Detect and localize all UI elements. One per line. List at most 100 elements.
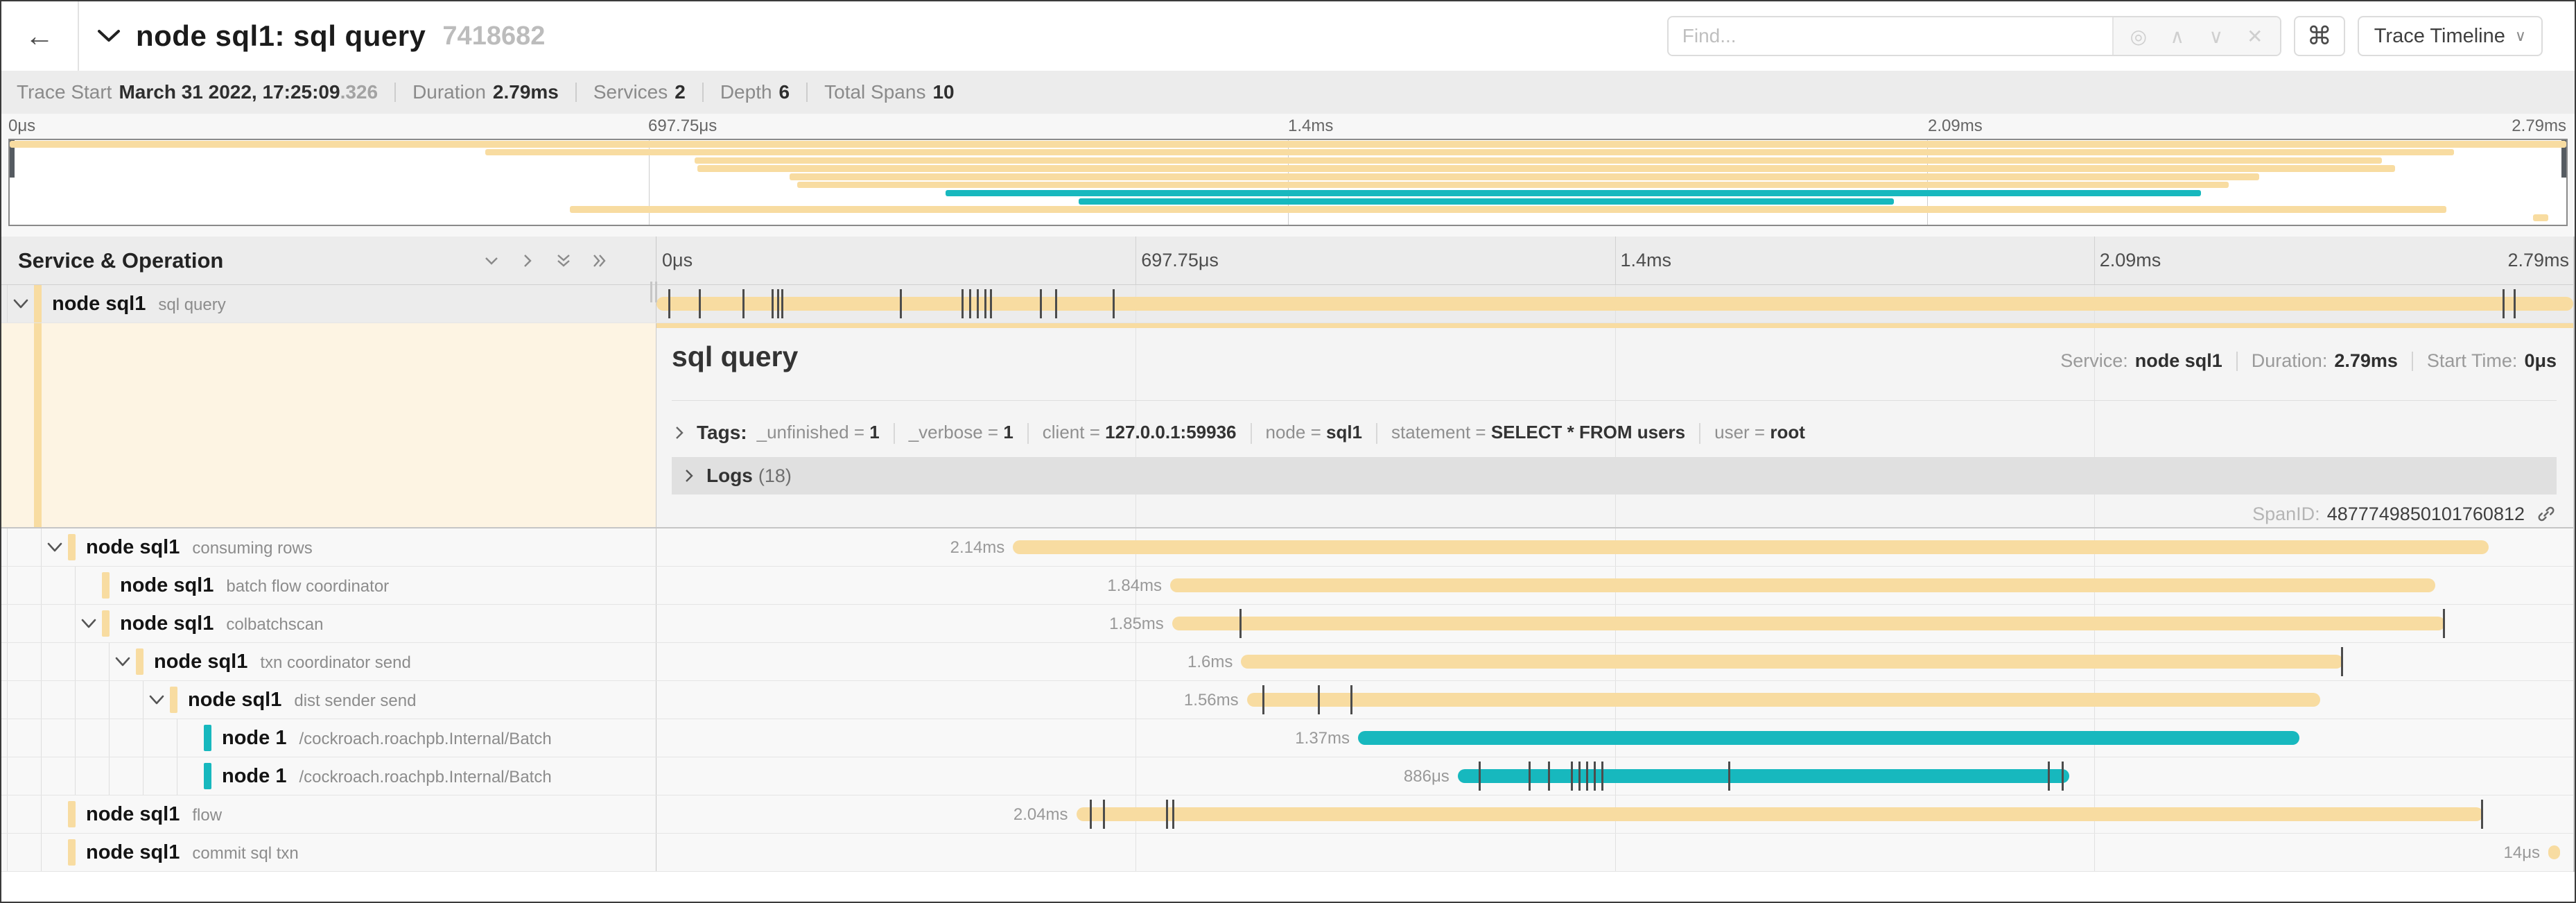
service-value: node sql1: [2135, 350, 2222, 372]
info-separator: [394, 83, 396, 102]
locate-span-icon[interactable]: ◎: [2119, 25, 2158, 48]
span-expander-chevron-icon[interactable]: [148, 694, 165, 705]
trace-id-short: 7418682: [442, 22, 545, 51]
trace-timeline-page: ← node sql1: sql query 7418682 ◎ ∧ ∨ ✕ ⌘: [0, 0, 2576, 903]
span-timeline-cell: [656, 285, 2573, 322]
span-row[interactable]: node sql1colbatchscan1.85ms: [1, 605, 2573, 643]
span-operation-name: flow: [192, 806, 222, 825]
span-duration-label: 1.56ms: [1184, 681, 1239, 719]
span-tree-cell: node sql1batch flow coordinator: [1, 567, 656, 604]
tags-accordion[interactable]: Tags: _unfinished = 1_verbose = 1client …: [672, 413, 2557, 453]
collapse-one-chevron-down-icon[interactable]: [482, 252, 501, 270]
span-service-name: node sql1colbatchscan: [120, 605, 323, 644]
span-expander-chevron-icon[interactable]: [46, 542, 63, 553]
span-bar[interactable]: [1247, 693, 2320, 707]
timeline-gridline: [2094, 757, 2095, 795]
span-bar[interactable]: [1172, 617, 2445, 630]
span-row[interactable]: node 1/cockroach.roachpb.Internal/Batch 8…: [1, 757, 2573, 796]
tree-guide-line: [41, 681, 42, 719]
find-prev-chevron-up-icon[interactable]: ∧: [2158, 25, 2197, 48]
span-detail-title: sql query: [672, 341, 798, 373]
span-bar[interactable]: [1170, 578, 2435, 592]
span-tree-cell: node 1/cockroach.roachpb.Internal/Batch: [1, 757, 656, 795]
page-title: node sql1: sql query: [136, 19, 426, 53]
span-bar[interactable]: [1077, 807, 2484, 821]
span-log-tick: [1113, 289, 1115, 318]
tree-guide-line: [75, 757, 76, 795]
span-bar[interactable]: [1013, 540, 2489, 554]
start-time-value: 0μs: [2524, 350, 2557, 372]
span-service-name: node sql1dist sender send: [188, 681, 416, 720]
minimap-span-bar: [797, 182, 2229, 189]
tag-item: node = sql1: [1266, 422, 1363, 442]
minimap-tick-label: 0μs: [8, 117, 35, 136]
minimap-canvas[interactable]: [8, 139, 2568, 226]
span-detail-meta: Service: node sql1 Duration: 2.79ms Star…: [2060, 350, 2557, 372]
tree-guide-line: [7, 796, 8, 833]
span-row[interactable]: node sql1consuming rows2.14ms: [1, 528, 2573, 567]
span-expander-chevron-icon[interactable]: [114, 656, 131, 667]
minimap-span-row: [10, 189, 2566, 198]
trace-info-label: Total Spans: [824, 81, 925, 103]
span-log-tick: [1172, 800, 1174, 829]
trace-info-value: 6: [779, 81, 790, 103]
axis-tick-label: 0μs: [656, 237, 693, 284]
clear-find-close-icon[interactable]: ✕: [2236, 25, 2274, 48]
find-next-chevron-down-icon[interactable]: ∨: [2197, 25, 2236, 48]
span-row[interactable]: node sql1sql query: [1, 285, 2573, 323]
back-button[interactable]: ←: [1, 1, 79, 71]
span-expander-chevron-icon[interactable]: [80, 618, 97, 629]
span-row[interactable]: node sql1batch flow coordinator1.84ms: [1, 567, 2573, 605]
expand-one-chevron-right-icon[interactable]: [519, 252, 537, 270]
axis-tick-label: 1.4ms: [1615, 237, 1672, 284]
minimap-span-row: [10, 164, 2566, 173]
minimap-span-bar: [946, 190, 2201, 197]
span-id-row: SpanID: 4877749850101760812: [2252, 499, 2557, 529]
span-bar[interactable]: [2548, 845, 2560, 859]
tag-separator: [1027, 423, 1029, 444]
span-bar[interactable]: [1241, 655, 2343, 669]
back-arrow-icon: ←: [25, 19, 54, 53]
start-time-label: Start Time:: [2427, 350, 2518, 372]
tag-item: statement = SELECT * FROM users: [1391, 422, 1685, 442]
timeline-gridline: [1135, 719, 1136, 757]
span-timeline-cell: 1.84ms: [656, 567, 2573, 604]
keyboard-shortcuts-button[interactable]: ⌘: [2294, 16, 2345, 56]
span-timeline-cell: 1.6ms: [656, 643, 2573, 680]
span-row[interactable]: node sql1flow2.04ms: [1, 796, 2573, 834]
span-row[interactable]: node sql1dist sender send 1.56ms: [1, 681, 2573, 719]
tree-guide-line: [7, 567, 8, 604]
find-input[interactable]: [1669, 17, 2112, 55]
span-service-name: node sql1sql query: [52, 285, 226, 324]
span-color-bar: [170, 687, 177, 713]
span-log-tick: [990, 289, 992, 318]
span-row[interactable]: node sql1commit sql txn14μs: [1, 834, 2573, 872]
deep-link-icon[interactable]: [2536, 504, 2557, 524]
minimap-span-row: [10, 205, 2566, 214]
tag-separator: [894, 423, 895, 444]
trace-info-label: Services: [593, 81, 668, 103]
tree-guide-line: [7, 528, 8, 566]
tree-guide-line: [41, 834, 42, 871]
span-row[interactable]: node 1/cockroach.roachpb.Internal/Batch1…: [1, 719, 2573, 757]
span-bar[interactable]: [656, 297, 2573, 311]
trace-minimap: 0μs697.75μs1.4ms2.09ms2.79ms: [1, 114, 2575, 237]
tree-guide-line: [41, 567, 42, 604]
span-bar[interactable]: [1358, 731, 2299, 745]
tree-guide-line: [75, 719, 76, 757]
logs-accordion[interactable]: Logs (18): [672, 457, 2557, 495]
expand-all-double-chevron-right-icon[interactable]: [591, 252, 609, 270]
column-resize-grip[interactable]: [650, 282, 661, 302]
tree-guide-line: [7, 834, 8, 871]
span-duration-label: 886μs: [1404, 757, 1450, 796]
span-rows-bottom: node sql1consuming rows2.14msnode sql1ba…: [1, 528, 2573, 872]
span-timeline-cell: 886μs: [656, 757, 2573, 795]
collapse-trace-chevron-icon[interactable]: [97, 29, 121, 43]
collapse-all-double-chevron-down-icon[interactable]: [555, 252, 573, 270]
span-expander-chevron-icon[interactable]: [12, 298, 29, 309]
tree-guide-line: [7, 605, 8, 642]
span-duration-label: 1.6ms: [1187, 643, 1233, 681]
span-log-tick: [984, 289, 986, 318]
span-row[interactable]: node sql1txn coordinator send1.6ms: [1, 643, 2573, 681]
trace-view-selector-button[interactable]: Trace Timeline ∨: [2358, 16, 2543, 56]
